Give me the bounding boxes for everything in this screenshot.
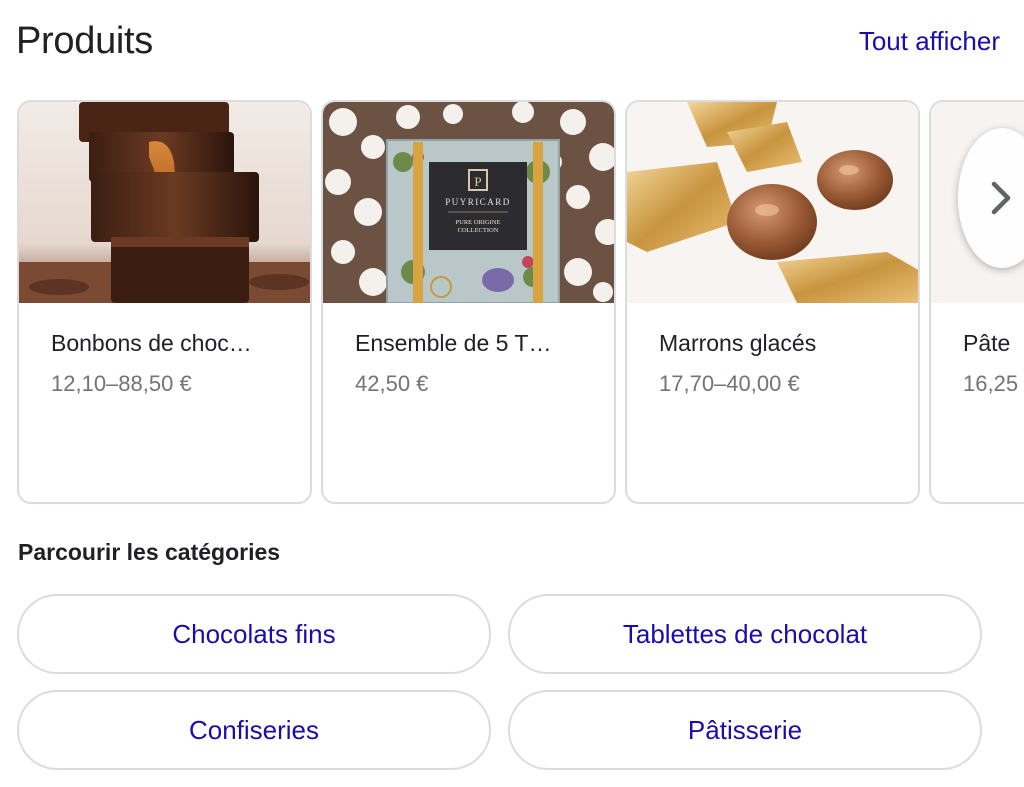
svg-text:P: P — [474, 174, 481, 189]
product-image: P PUYRICARD PURE ORIGINE COLLECTION — [323, 102, 614, 303]
category-chip-tablettes-de-chocolat[interactable]: Tablettes de chocolat — [508, 594, 982, 674]
categories-title: Parcourir les catégories — [18, 539, 281, 565]
product-image — [19, 102, 310, 303]
box-collection-text: PURE ORIGINE — [456, 219, 501, 226]
page-title: Produits — [16, 20, 154, 62]
product-card[interactable]: P PUYRICARD PURE ORIGINE COLLECTION Ense… — [321, 100, 616, 504]
product-name: Pâte — [963, 330, 1011, 356]
category-chip-patisserie[interactable]: Pâtisserie — [508, 690, 982, 770]
products-header: Produits Tout afficher — [0, 0, 1024, 90]
category-chip-confiseries[interactable]: Confiseries — [17, 690, 491, 770]
product-card[interactable]: Bonbons de choc… 12,10–88,50 € — [17, 100, 312, 504]
product-name: Ensemble de 5 T… — [355, 330, 552, 356]
category-chip-chocolats-fins[interactable]: Chocolats fins — [17, 594, 491, 674]
box-collection-text: COLLECTION — [458, 227, 499, 234]
product-name: Bonbons de choc… — [51, 330, 252, 356]
product-price: 12,10–88,50 € — [51, 371, 192, 396]
chevron-right-icon — [991, 181, 1011, 215]
product-price: 17,70–40,00 € — [659, 371, 800, 396]
product-price: 16,25 — [963, 371, 1019, 396]
product-price: 42,50 € — [355, 371, 429, 396]
product-name: Marrons glacés — [659, 330, 817, 356]
see-all-link[interactable]: Tout afficher — [859, 26, 1000, 57]
product-card[interactable]: Marrons glacés 17,70–40,00 € — [625, 100, 920, 504]
product-image — [627, 102, 918, 303]
box-brand-text: PUYRICARD — [445, 197, 511, 207]
product-carousel: Bonbons de choc… 12,10–88,50 € P PUYRICA… — [0, 100, 1024, 504]
